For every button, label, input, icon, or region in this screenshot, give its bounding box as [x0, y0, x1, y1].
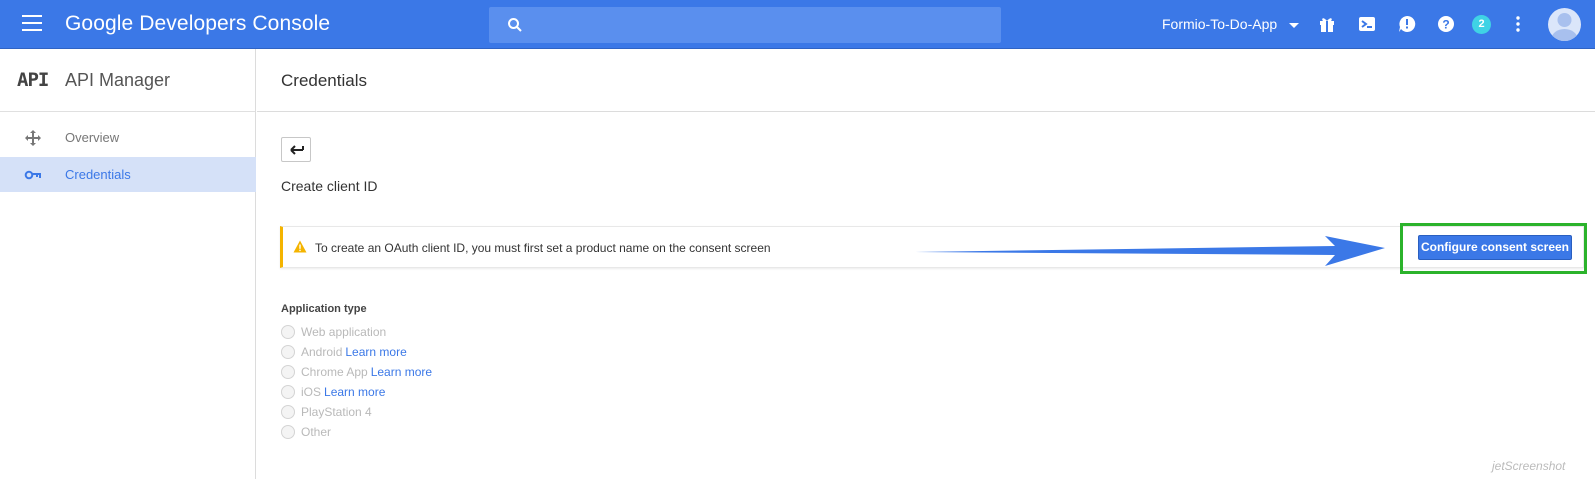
- overview-icon: [25, 130, 41, 146]
- learn-more-link-android[interactable]: Learn more: [345, 345, 406, 359]
- radio-circle[interactable]: [281, 424, 295, 439]
- hamburger-menu-icon[interactable]: [22, 15, 42, 33]
- radio-playstation-4[interactable]: PlayStation 4: [281, 404, 372, 422]
- warning-text: To create an OAuth client ID, you must f…: [315, 241, 771, 255]
- radio-label: Other: [301, 424, 332, 439]
- project-name: Formio-To-Do-App: [1162, 16, 1278, 32]
- page-header: Credentials: [257, 49, 1595, 112]
- api-logo: API: [17, 69, 49, 91]
- sidebar-header: API API Manager: [0, 49, 255, 112]
- radio-circle[interactable]: [281, 344, 295, 359]
- account-icon: [1551, 13, 1578, 41]
- product-brand[interactable]: Google Developers Console: [65, 12, 330, 36]
- radio-circle[interactable]: [281, 404, 295, 419]
- radio-circle[interactable]: [281, 384, 295, 399]
- radio-label: Android: [301, 344, 343, 359]
- sidebar: API API Manager Overview Credentials: [0, 49, 256, 479]
- radio-android[interactable]: Android Learn more: [281, 344, 407, 362]
- radio-label: PlayStation 4: [301, 404, 372, 419]
- feedback-icon[interactable]: [1397, 14, 1417, 34]
- radio-label: Web application: [301, 324, 387, 339]
- help-icon[interactable]: ?: [1436, 14, 1456, 34]
- radio-circle[interactable]: [281, 364, 295, 379]
- brand-product: Developers Console: [139, 12, 331, 35]
- watermark: jetScreenshot: [1492, 459, 1566, 473]
- cloud-shell-icon[interactable]: [1357, 14, 1377, 34]
- sidebar-title: API Manager: [65, 70, 171, 90]
- radio-ios[interactable]: iOS Learn more: [281, 384, 385, 402]
- back-button[interactable]: [281, 137, 311, 162]
- radio-other[interactable]: Other: [281, 424, 331, 442]
- sidebar-item-label: Overview: [65, 130, 120, 145]
- back-arrow-icon: [290, 145, 304, 155]
- sidebar-item-label: Credentials: [65, 167, 131, 182]
- more-vert-icon[interactable]: [1508, 14, 1528, 34]
- radio-chrome-app[interactable]: Chrome App Learn more: [281, 364, 432, 382]
- svg-text:?: ?: [1442, 18, 1449, 32]
- configure-consent-screen-button[interactable]: Configure consent screen: [1418, 235, 1572, 260]
- warning-icon: [293, 240, 307, 253]
- radio-circle[interactable]: [281, 324, 295, 339]
- search-input[interactable]: [489, 7, 1001, 43]
- section-title: Create client ID: [281, 178, 378, 194]
- radio-web-application[interactable]: Web application: [281, 324, 386, 342]
- chevron-down-icon: [1289, 22, 1300, 28]
- application-type-label: Application type: [281, 303, 367, 315]
- top-app-bar: Google Developers Console Formio-To-Do-A…: [0, 0, 1595, 49]
- project-selector[interactable]: Formio-To-Do-App: [1162, 16, 1300, 32]
- radio-label: Chrome App: [301, 364, 368, 379]
- avatar[interactable]: [1548, 8, 1581, 41]
- sidebar-item-credentials[interactable]: Credentials: [0, 157, 256, 192]
- key-icon: [24, 170, 41, 180]
- page-title: Credentials: [281, 71, 367, 90]
- learn-more-link-chrome[interactable]: Learn more: [371, 365, 432, 379]
- search-icon: [508, 18, 522, 32]
- brand-google: Google: [65, 12, 134, 35]
- notifications-badge[interactable]: 2: [1472, 15, 1491, 34]
- gift-icon[interactable]: [1317, 14, 1337, 34]
- sidebar-item-overview[interactable]: Overview: [0, 120, 256, 155]
- annotation-arrow: [915, 236, 1385, 266]
- radio-label: iOS: [301, 384, 322, 399]
- learn-more-link-ios[interactable]: Learn more: [324, 385, 385, 399]
